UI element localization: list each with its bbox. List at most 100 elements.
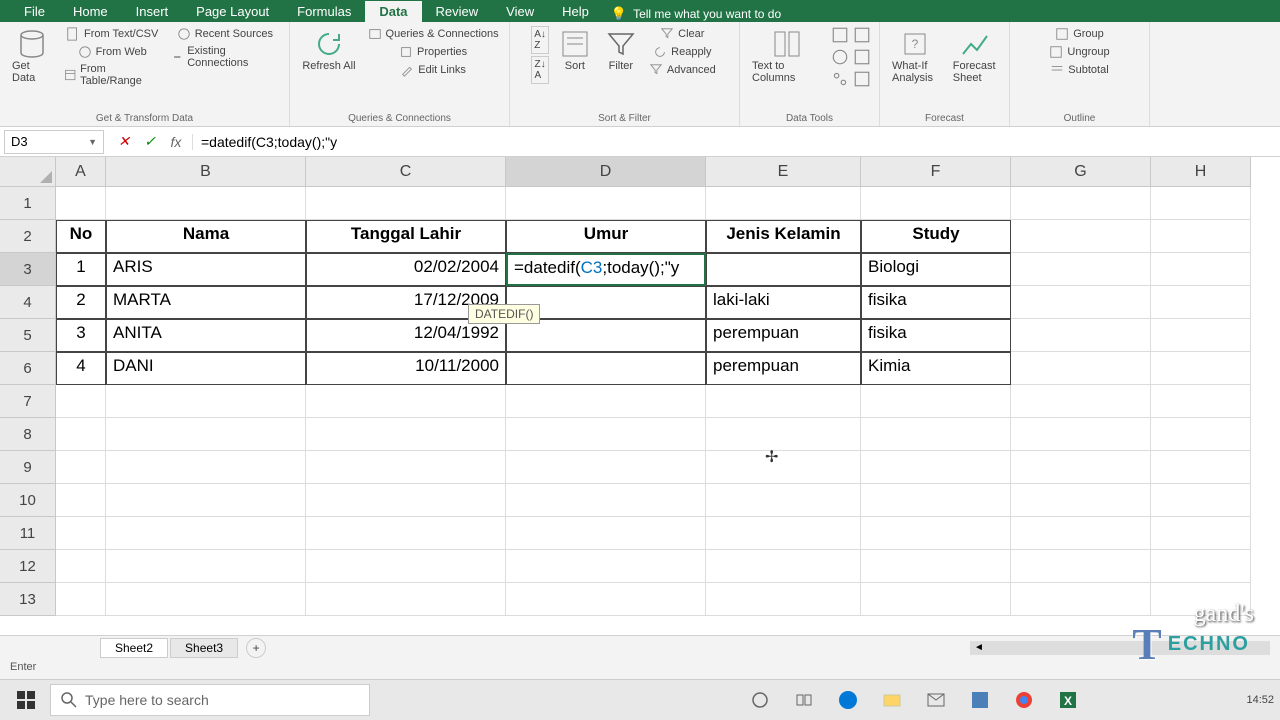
cell[interactable] [1151, 385, 1251, 418]
header-jk[interactable]: Jenis Kelamin [706, 220, 861, 253]
cell-study[interactable]: Kimia [861, 352, 1011, 385]
add-sheet-button[interactable]: + [246, 638, 266, 658]
col-header-E[interactable]: E [706, 157, 861, 187]
cell[interactable] [1011, 187, 1151, 220]
cell[interactable] [1011, 451, 1151, 484]
sort-az-button[interactable]: A↓Z [531, 26, 549, 54]
tell-me-search[interactable]: 💡 Tell me what you want to do [611, 6, 781, 22]
what-if-button[interactable]: ? What-If Analysis [888, 26, 943, 86]
reapply-button[interactable]: Reapply [651, 44, 713, 60]
header-tgl[interactable]: Tanggal Lahir [306, 220, 506, 253]
col-header-D[interactable]: D [506, 157, 706, 187]
col-header-H[interactable]: H [1151, 157, 1251, 187]
header-nama[interactable]: Nama [106, 220, 306, 253]
sheet-tab[interactable]: Sheet3 [170, 638, 238, 658]
data-model-icon[interactable] [853, 70, 871, 88]
tab-view[interactable]: View [492, 1, 548, 22]
cell[interactable] [1011, 253, 1151, 286]
cell[interactable] [506, 583, 706, 616]
chrome-icon[interactable] [1004, 683, 1044, 717]
cell[interactable] [1151, 253, 1251, 286]
app-icon[interactable] [960, 683, 1000, 717]
row-header-6[interactable]: 6 [0, 352, 56, 385]
cell[interactable] [706, 484, 861, 517]
data-validation-icon[interactable] [831, 48, 849, 66]
cell[interactable] [706, 451, 861, 484]
cell[interactable] [56, 484, 106, 517]
get-data-button[interactable]: Get Data [8, 26, 56, 86]
cell[interactable] [506, 451, 706, 484]
cell[interactable] [306, 418, 506, 451]
subtotal-button[interactable]: Subtotal [1048, 62, 1110, 78]
cell[interactable] [106, 187, 306, 220]
cell[interactable] [106, 517, 306, 550]
ungroup-button[interactable]: Ungroup [1047, 44, 1111, 60]
col-header-F[interactable]: F [861, 157, 1011, 187]
cell-tgl[interactable]: 10/11/2000 [306, 352, 506, 385]
cell-study[interactable]: Biologi [861, 253, 1011, 286]
group-button[interactable]: Group [1053, 26, 1106, 42]
cell[interactable] [506, 187, 706, 220]
sort-button[interactable]: Sort [555, 26, 595, 74]
cell[interactable] [506, 418, 706, 451]
cell[interactable] [706, 187, 861, 220]
row-header-11[interactable]: 11 [0, 517, 56, 550]
cell[interactable] [56, 583, 106, 616]
cell[interactable] [106, 451, 306, 484]
cell[interactable] [1151, 286, 1251, 319]
tab-data[interactable]: Data [365, 1, 421, 22]
cell-study[interactable]: fisika [861, 319, 1011, 352]
task-view-icon[interactable] [784, 683, 824, 717]
cell-no[interactable]: 3 [56, 319, 106, 352]
tab-file[interactable]: File [10, 1, 59, 22]
cell[interactable] [306, 187, 506, 220]
cell[interactable] [1011, 319, 1151, 352]
cancel-formula-button[interactable]: ✕ [116, 134, 132, 150]
cell[interactable] [1151, 352, 1251, 385]
clear-filter-button[interactable]: Clear [658, 26, 706, 42]
cell[interactable] [506, 484, 706, 517]
consolidate-icon[interactable] [853, 48, 871, 66]
cell[interactable] [1151, 484, 1251, 517]
cell[interactable] [861, 550, 1011, 583]
edit-links-button[interactable]: Edit Links [398, 62, 468, 78]
excel-icon[interactable]: X [1048, 683, 1088, 717]
cell[interactable] [1151, 319, 1251, 352]
cell[interactable] [106, 550, 306, 583]
sheet-tab-active[interactable]: Sheet2 [100, 638, 168, 658]
queries-conn-button[interactable]: Queries & Connections [366, 26, 501, 42]
cell[interactable] [861, 451, 1011, 484]
cell[interactable] [706, 385, 861, 418]
cell[interactable] [106, 484, 306, 517]
cell[interactable] [861, 517, 1011, 550]
col-header-G[interactable]: G [1011, 157, 1151, 187]
forecast-sheet-button[interactable]: Forecast Sheet [949, 26, 1001, 86]
header-umur[interactable]: Umur [506, 220, 706, 253]
cell[interactable] [706, 550, 861, 583]
cell[interactable] [106, 418, 306, 451]
relationships-icon[interactable] [831, 70, 849, 88]
cell[interactable] [106, 385, 306, 418]
cell[interactable] [506, 385, 706, 418]
cell[interactable] [1011, 583, 1151, 616]
row-header-12[interactable]: 12 [0, 550, 56, 583]
fx-button[interactable]: fx [168, 134, 184, 150]
cell[interactable] [1011, 385, 1151, 418]
existing-conn-button[interactable]: Existing Connections [169, 44, 281, 70]
cell[interactable] [306, 517, 506, 550]
cell-jk[interactable]: perempuan [706, 352, 861, 385]
cell[interactable] [1151, 517, 1251, 550]
cell[interactable] [56, 517, 106, 550]
spreadsheet-grid[interactable]: ABCDEFGH 12345678910111213 NoNamaTanggal… [0, 157, 1280, 635]
tab-formulas[interactable]: Formulas [283, 1, 365, 22]
tab-review[interactable]: Review [422, 1, 493, 22]
cell[interactable] [506, 550, 706, 583]
cell-jk[interactable]: perempuan [706, 319, 861, 352]
col-header-C[interactable]: C [306, 157, 506, 187]
name-box[interactable]: D3 ▼ [4, 130, 104, 154]
row-header-2[interactable]: 2 [0, 220, 56, 253]
remove-dup-icon[interactable] [853, 26, 871, 44]
advanced-filter-button[interactable]: Advanced [647, 62, 718, 78]
cell[interactable] [306, 583, 506, 616]
cell[interactable] [56, 451, 106, 484]
